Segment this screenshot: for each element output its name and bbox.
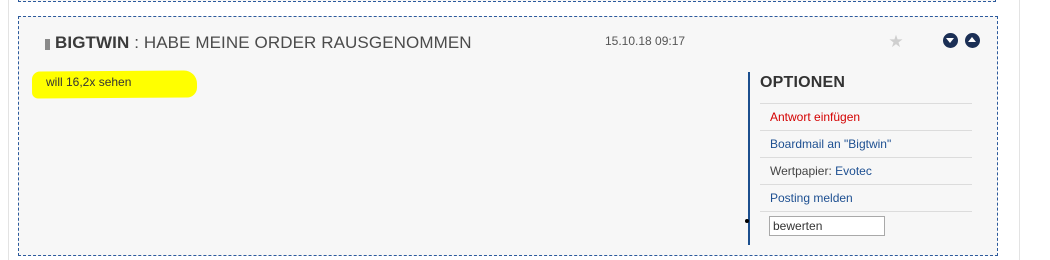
post-author[interactable]: BIGTWIN xyxy=(55,33,129,52)
post-body: will 16,2x sehen xyxy=(46,75,132,89)
forum-post: BIGTWIN : HABE MEINE ORDER RAUSGENOMMEN … xyxy=(18,16,998,256)
boardmail-link[interactable]: Boardmail an "Bigtwin" xyxy=(770,137,891,151)
options-panel: OPTIONEN Antwort einfügen Boardmail an "… xyxy=(748,72,972,245)
title-separator: : xyxy=(134,33,140,52)
page-left-border xyxy=(8,0,9,260)
option-security: Wertpapier: Evotec xyxy=(760,157,972,184)
option-boardmail: Boardmail an "Bigtwin" xyxy=(760,130,972,157)
next-post-icon[interactable] xyxy=(943,33,958,48)
report-link[interactable]: Posting melden xyxy=(770,191,853,205)
options-heading: OPTIONEN xyxy=(760,74,846,91)
security-link[interactable]: Evotec xyxy=(835,164,872,178)
star-icon[interactable]: ★ xyxy=(885,31,907,53)
previous-post-frame xyxy=(18,0,996,2)
post-title: BIGTWIN : HABE MEINE ORDER RAUSGENOMMEN xyxy=(55,33,472,53)
post-subject: HABE MEINE ORDER RAUSGENOMMEN xyxy=(143,33,472,52)
option-report: Posting melden xyxy=(760,184,972,211)
reply-link[interactable]: Antwort einfügen xyxy=(770,110,860,124)
title-marker xyxy=(45,39,50,50)
security-label: Wertpapier: xyxy=(770,164,832,178)
post-date: 15.10.18 09:17 xyxy=(605,34,686,48)
page-right-border xyxy=(1019,0,1020,260)
post-header: BIGTWIN : HABE MEINE ORDER RAUSGENOMMEN … xyxy=(19,17,997,57)
previous-post-icon[interactable] xyxy=(965,33,980,48)
options-list: Antwort einfügen Boardmail an "Bigtwin" … xyxy=(760,103,972,241)
option-rating xyxy=(760,211,972,241)
rating-select[interactable] xyxy=(769,216,885,236)
option-reply: Antwort einfügen xyxy=(760,103,972,130)
